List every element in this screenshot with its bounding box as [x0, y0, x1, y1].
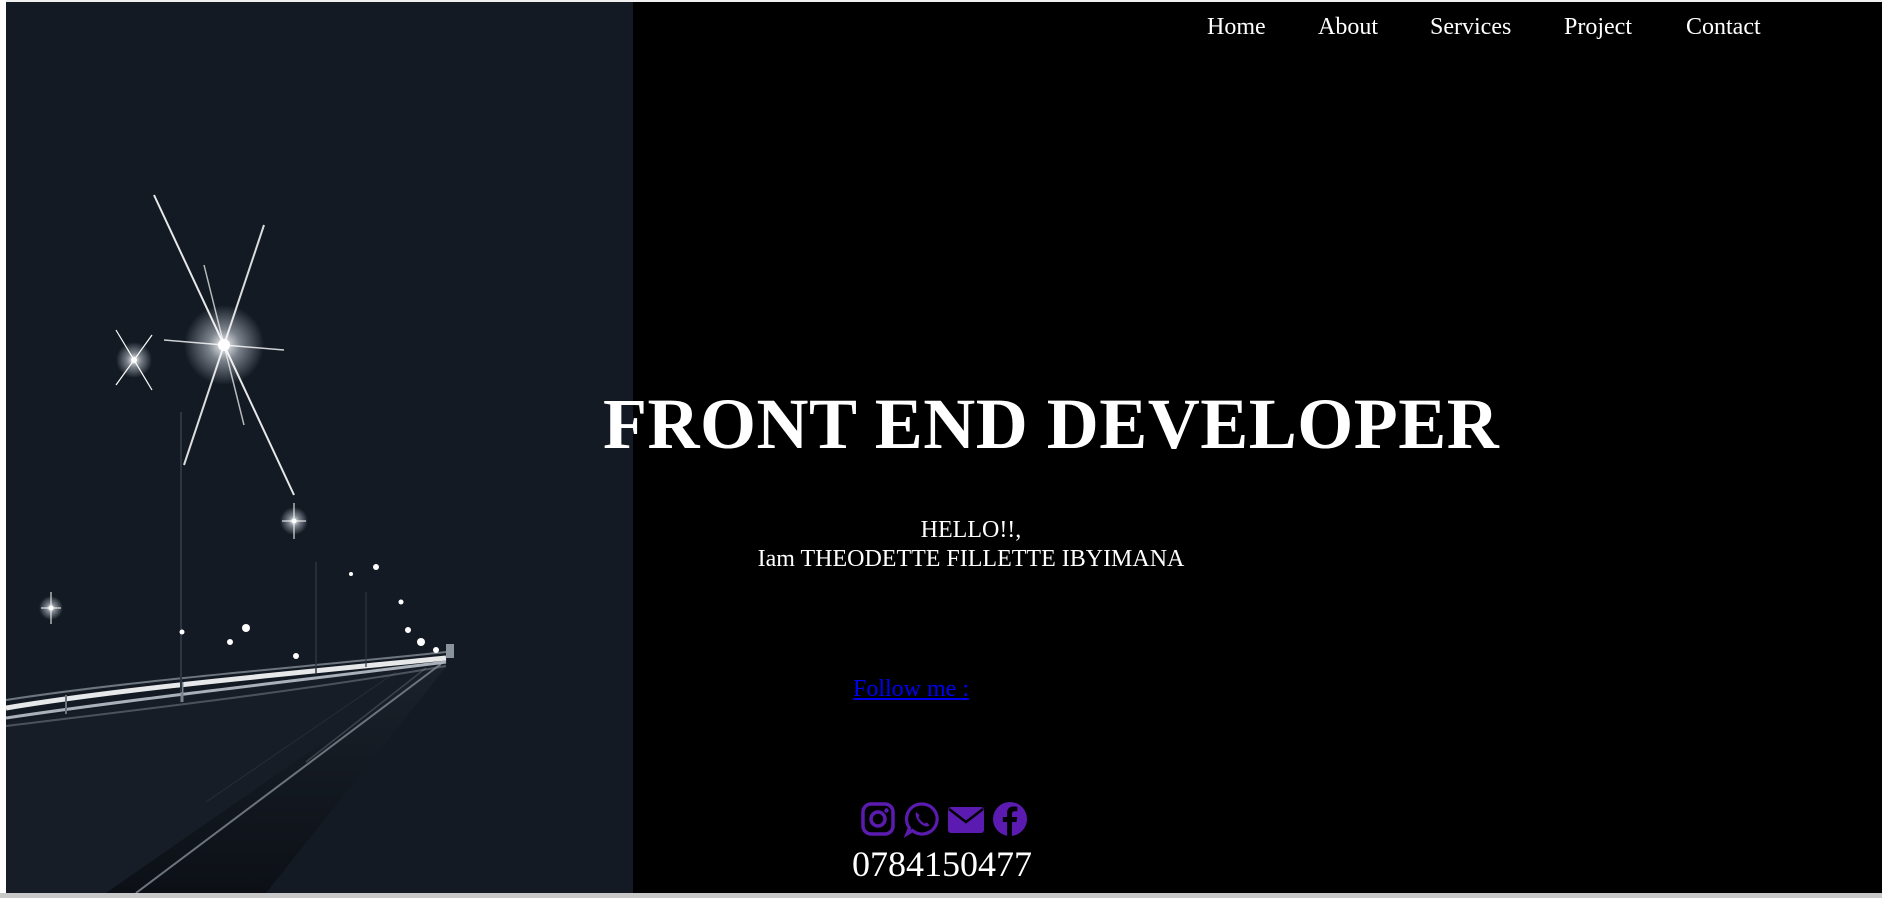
greeting-name: Iam THEODETTE FILLETTE IBYIMANA — [757, 546, 1185, 572]
phone-number: 0784150477 — [852, 844, 1032, 884]
facebook-icon[interactable] — [991, 800, 1029, 838]
whatsapp-icon[interactable] — [903, 800, 941, 839]
greeting: HELLO!!, Iam THEODETTE FILLETTE IBYIMANA — [606, 516, 1336, 574]
greeting-hello: HELLO!!, — [920, 517, 1022, 543]
nav-services-link[interactable]: Services — [1430, 12, 1511, 42]
horizontal-scrollbar[interactable] — [0, 893, 1882, 898]
nav-about-link[interactable]: About — [1318, 12, 1378, 42]
page-title: FRONT END DEVELOPER — [603, 384, 1500, 464]
social-links — [859, 799, 1029, 839]
follow-me-link[interactable]: Follow me : — [853, 674, 969, 704]
night-road-image — [6, 2, 633, 893]
page: Home About Services Project Contact FRON… — [6, 2, 1882, 893]
nav-project-link[interactable]: Project — [1564, 12, 1632, 42]
envelope-icon[interactable] — [947, 800, 985, 838]
nav-contact-link[interactable]: Contact — [1686, 12, 1761, 42]
nav-home-link[interactable]: Home — [1207, 12, 1266, 42]
instagram-icon[interactable] — [859, 800, 897, 838]
top-nav: Home About Services Project Contact — [6, 12, 1882, 48]
